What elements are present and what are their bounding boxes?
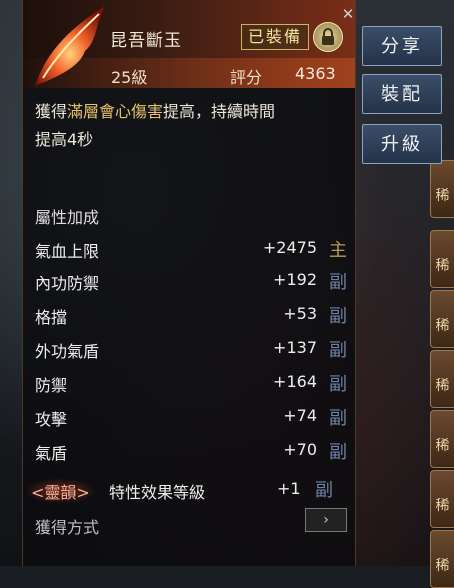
item-level: 25級 xyxy=(111,68,148,87)
score-value: 4363 xyxy=(295,64,336,83)
expand-button[interactable]: › xyxy=(305,508,347,532)
upgrade-button[interactable]: 升級 xyxy=(362,124,442,164)
stat-sub-tag: 副 xyxy=(329,340,347,361)
stat-name: 氣盾 xyxy=(35,444,68,463)
rarity-label: 稀 xyxy=(435,258,450,274)
stat-name: 外功氣盾 xyxy=(35,342,100,361)
stat-name: 氣血上限 xyxy=(35,242,100,261)
inventory-slot[interactable]: 稀 xyxy=(430,410,454,468)
item-name: 昆吾斷玉 xyxy=(110,31,182,51)
inventory-slot[interactable]: 稀 xyxy=(430,160,454,218)
inventory-slot[interactable]: 稀 xyxy=(430,230,454,288)
description-line-1: 獲得滿層會心傷害提高，持續時間 xyxy=(35,98,345,126)
description-text: 提高，持續時間 xyxy=(163,102,276,121)
attribute-section-title: 屬性加成 xyxy=(35,208,100,227)
stat-sub-tag: 副 xyxy=(329,374,347,395)
stat-name: 格擋 xyxy=(35,308,68,327)
equip-button[interactable]: 裝配 xyxy=(362,74,442,114)
share-button[interactable]: 分享 xyxy=(362,26,442,66)
equipped-badge: 已裝備 xyxy=(241,24,310,50)
rarity-label: 稀 xyxy=(435,558,450,574)
stat-name: 內功防禦 xyxy=(35,274,100,293)
stat-row: 內功防禦 +192 副 xyxy=(35,266,347,296)
stat-name: 防禦 xyxy=(35,376,68,395)
stat-name: 攻擊 xyxy=(35,410,68,429)
rarity-label: 稀 xyxy=(435,438,450,454)
stat-sub-tag: 副 xyxy=(329,442,347,463)
obtain-method-label: 獲得方式 xyxy=(35,518,100,537)
stat-value: +2475 xyxy=(262,238,317,257)
lock-icon[interactable] xyxy=(313,22,343,52)
description-highlight: 滿層會心傷害 xyxy=(67,102,164,121)
stat-value: +53 xyxy=(283,304,317,323)
inventory-slot[interactable]: 稀 xyxy=(430,530,454,588)
lock-glyph xyxy=(322,28,334,45)
stat-value: +70 xyxy=(283,440,317,459)
item-tooltip-panel: 昆吾斷玉 已裝備 25級 評分 4363 獲得滿層會心傷害提高，持續時間 提高4… xyxy=(22,0,356,566)
stat-row: 外功氣盾 +137 副 xyxy=(35,334,347,364)
stat-sub-tag: 副 xyxy=(329,408,347,429)
stat-row: 防禦 +164 副 xyxy=(35,368,347,398)
trait-prefix: <靈韻> xyxy=(27,479,94,503)
trait-value: +1 xyxy=(277,479,301,498)
score-label: 評分 xyxy=(230,68,263,87)
inventory-slot[interactable]: 稀 xyxy=(430,350,454,408)
stat-main-tag: 主 xyxy=(329,240,347,261)
stat-value: +164 xyxy=(273,372,317,391)
inventory-slot[interactable]: 稀 xyxy=(430,290,454,348)
rarity-label: 稀 xyxy=(435,318,450,334)
rarity-label: 稀 xyxy=(435,188,450,204)
stat-row: 攻擊 +74 副 xyxy=(35,402,347,432)
inventory-slot[interactable]: 稀 xyxy=(430,470,454,528)
stat-value: +192 xyxy=(273,270,317,289)
trait-name: 特性效果等級 xyxy=(109,483,206,502)
chevron-right-icon: › xyxy=(323,512,329,528)
stat-value: +74 xyxy=(283,406,317,425)
stat-value: +137 xyxy=(273,338,317,357)
stat-row: 格擋 +53 副 xyxy=(35,300,347,330)
trait-sub-tag: 副 xyxy=(315,480,333,501)
description-line-2: 提高4秒 xyxy=(35,130,94,149)
stat-row: 氣盾 +70 副 xyxy=(35,436,347,466)
stat-row: 氣血上限 +2475 主 xyxy=(35,234,347,264)
stat-sub-tag: 副 xyxy=(329,272,347,293)
inventory-slot-strip: 稀 稀 稀 稀 稀 稀 稀 xyxy=(428,160,454,588)
close-icon[interactable]: ✕ xyxy=(340,6,356,22)
rarity-label: 稀 xyxy=(435,498,450,514)
description-text: 獲得 xyxy=(35,102,68,121)
rarity-label: 稀 xyxy=(435,378,450,394)
effect-description: 獲得滿層會心傷害提高，持續時間 提高4秒 xyxy=(35,98,345,154)
stat-sub-tag: 副 xyxy=(329,306,347,327)
